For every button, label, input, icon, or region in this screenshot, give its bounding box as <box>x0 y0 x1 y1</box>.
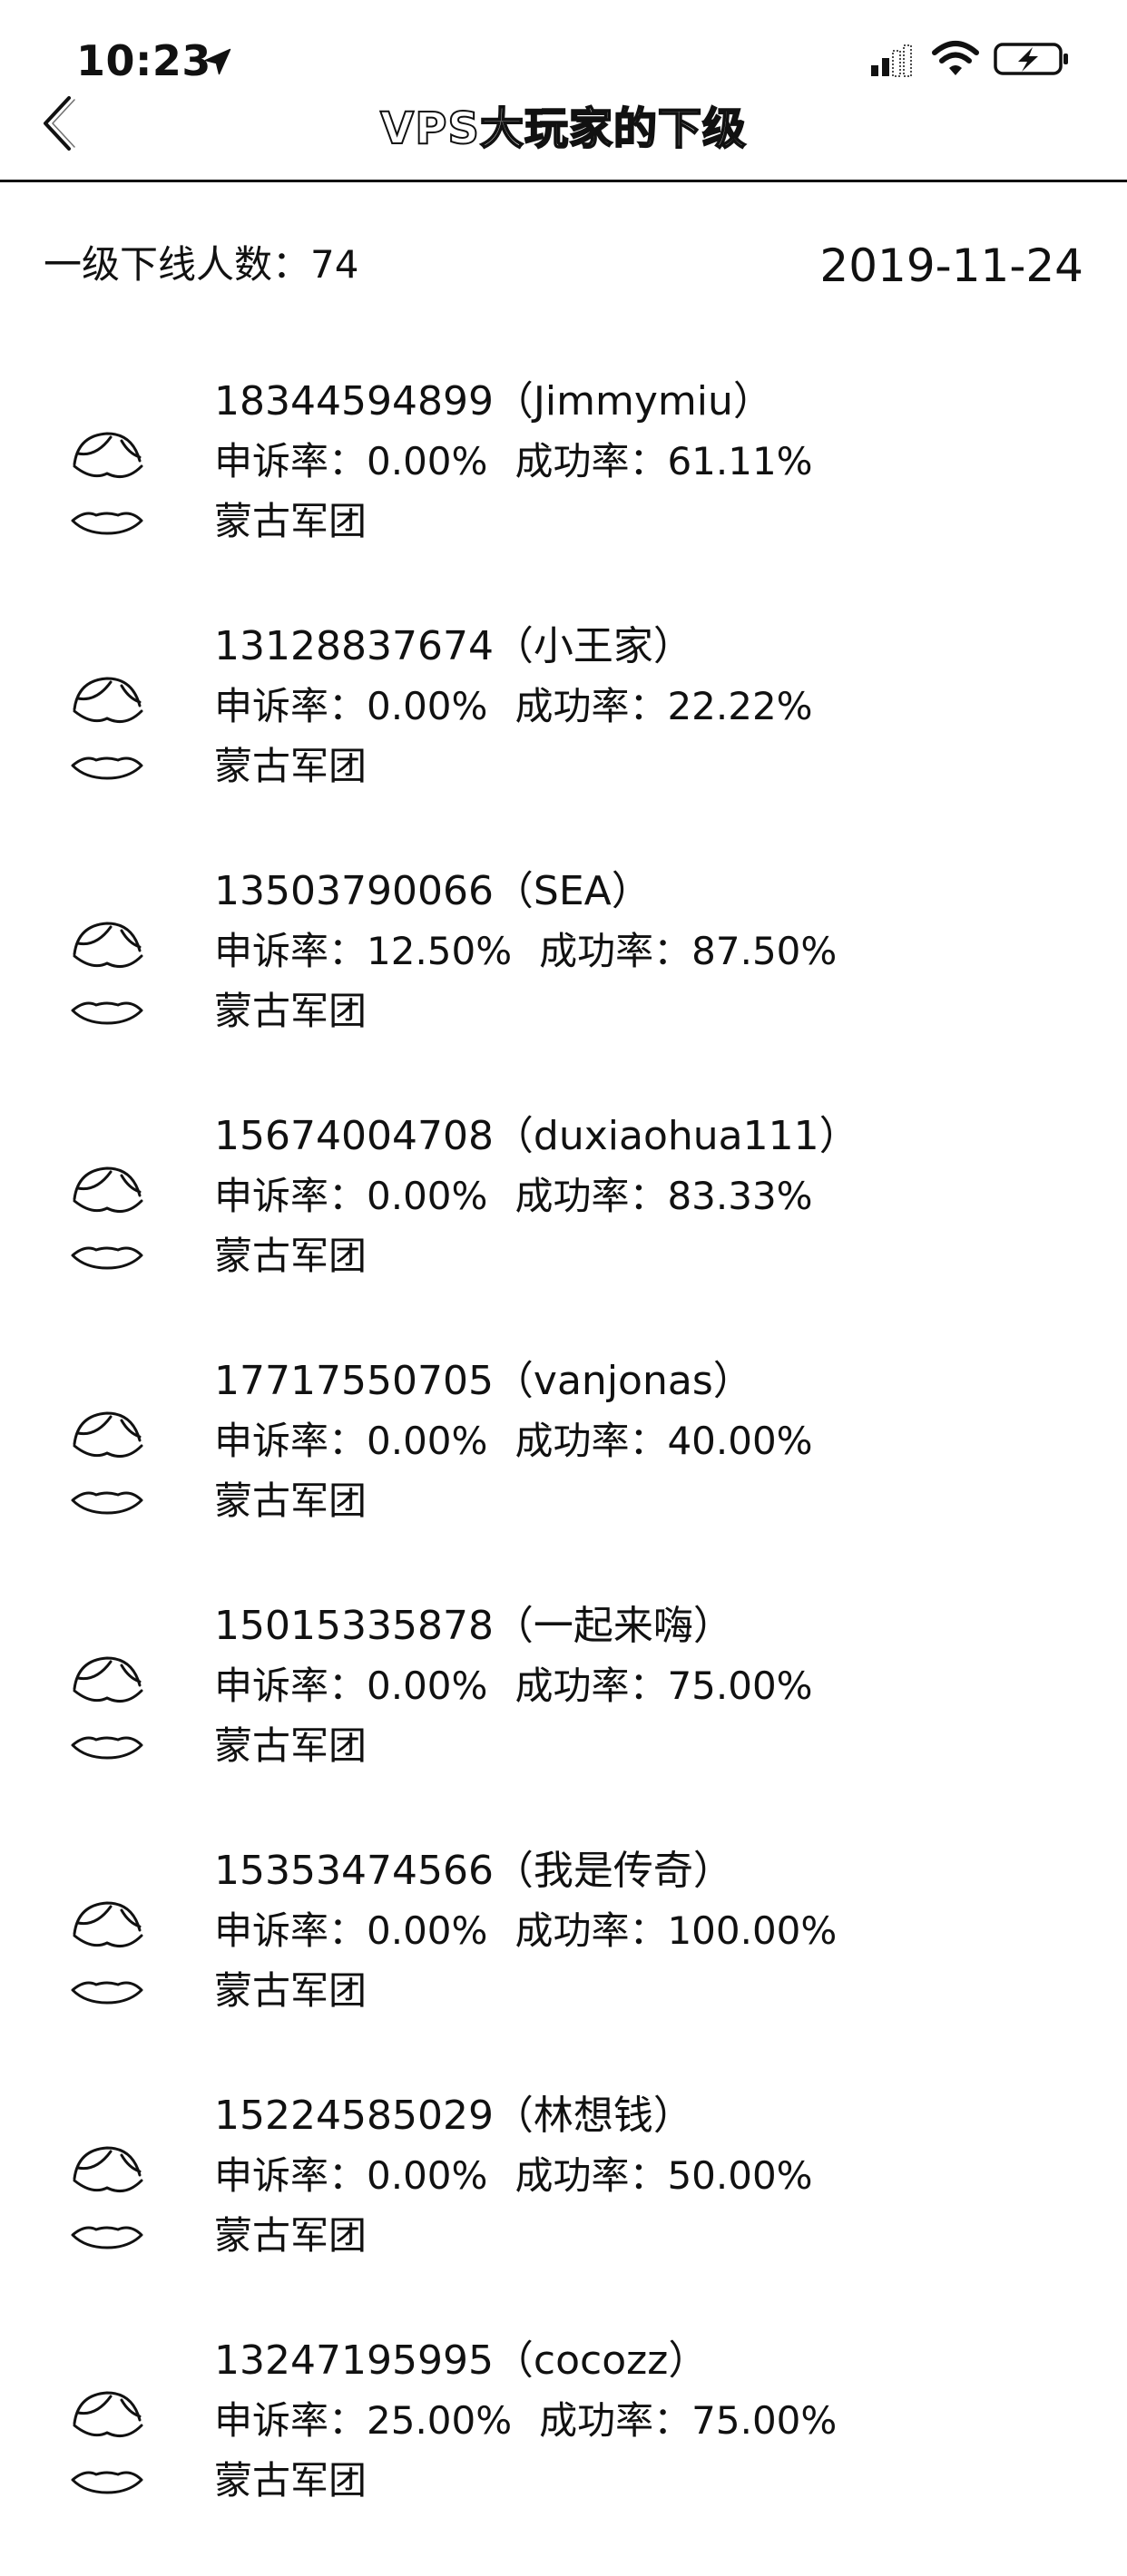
avatar-face-icon <box>71 2146 143 2249</box>
member-item[interactable]: 13503790066（SEA） 申诉率：12.50% 成功率：87.50% 蒙古… <box>0 862 1127 1107</box>
member-name: 15015335878（一起来嗨） <box>214 1603 733 1649</box>
member-info: 15015335878（一起来嗨） 申诉率：0.00% 成功率：75.00% 蒙古… <box>214 1596 1100 1776</box>
signal-icon <box>871 44 912 77</box>
member-info: 13503790066（SEA） 申诉率：12.50% 成功率：87.50% 蒙古… <box>214 862 1100 1041</box>
success-rate: 成功率：50.00% <box>514 2153 813 2198</box>
member-info: 17717550705（vanjonas） 申诉率：0.00% 成功率：40.00… <box>214 1351 1100 1531</box>
success-rate: 成功率：61.11% <box>514 439 813 483</box>
member-stats: 申诉率：0.00% 成功率：75.00% <box>214 1656 1100 1716</box>
member-stats: 申诉率：0.00% 成功率：61.11% <box>214 432 1100 492</box>
complaint-rate: 申诉率：0.00% <box>214 439 488 483</box>
member-team: 蒙古军团 <box>214 989 368 1033</box>
member-item[interactable]: 15224585029（林想钱） 申诉率：0.00% 成功率：50.00% 蒙古军… <box>0 2086 1127 2331</box>
summary-row: 一级下线人数：74 2019-11-24 <box>44 234 1083 307</box>
avatar <box>65 2386 149 2503</box>
member-team: 蒙古军团 <box>214 2213 368 2258</box>
battery-charging-icon <box>994 43 1068 75</box>
avatar-face-icon <box>71 677 143 780</box>
summary-date: 2019-11-24 <box>819 239 1083 292</box>
member-name: 13128837674（小王家） <box>214 623 693 669</box>
member-stats: 申诉率：0.00% 成功率：40.00% <box>214 1411 1100 1471</box>
complaint-rate: 申诉率：0.00% <box>214 2153 488 2198</box>
member-stats: 申诉率：0.00% 成功率：83.33% <box>214 1166 1100 1226</box>
member-name: 17717550705（vanjonas） <box>214 1358 753 1404</box>
wifi-icon <box>932 41 979 75</box>
member-team: 蒙古军团 <box>214 1968 368 2013</box>
member-item[interactable]: 15015335878（一起来嗨） 申诉率：0.00% 成功率：75.00% 蒙古… <box>0 1596 1127 1841</box>
member-name: 15674004708（duxiaohua111） <box>214 1113 859 1159</box>
avatar-face-icon <box>71 1166 143 1270</box>
avatar-face-icon <box>71 922 143 1025</box>
member-team: 蒙古军团 <box>214 1234 368 1278</box>
member-info: 18344594899（Jimmymiu） 申诉率：0.00% 成功率：61.11… <box>214 372 1100 551</box>
member-stats: 申诉率：0.00% 成功率：50.00% <box>214 2146 1100 2206</box>
member-item[interactable]: 17717550705（vanjonas） 申诉率：0.00% 成功率：40.00… <box>0 1351 1127 1596</box>
complaint-rate: 申诉率：0.00% <box>214 684 488 728</box>
navigation-bar: VPS大玩家的下级 <box>0 82 1127 182</box>
success-rate: 成功率：75.00% <box>539 2398 838 2443</box>
member-item[interactable]: 15353474566（我是传奇） 申诉率：0.00% 成功率：100.00% 蒙… <box>0 1841 1127 2086</box>
member-list: 18344594899（Jimmymiu） 申诉率：0.00% 成功率：61.11… <box>0 372 1127 2576</box>
avatar <box>65 1161 149 1279</box>
member-info: 13128837674（小王家） 申诉率：0.00% 成功率：22.22% 蒙古军… <box>214 617 1100 796</box>
complaint-rate: 申诉率：25.00% <box>214 2398 513 2443</box>
complaint-rate: 申诉率：12.50% <box>214 929 513 973</box>
member-item[interactable]: 18344594899（Jimmymiu） 申诉率：0.00% 成功率：61.11… <box>0 372 1127 617</box>
success-rate: 成功率：22.22% <box>514 684 813 728</box>
member-stats: 申诉率：25.00% 成功率：75.00% <box>214 2391 1100 2451</box>
complaint-rate: 申诉率：0.00% <box>214 1419 488 1463</box>
downline-count: 一级下线人数：74 <box>44 242 359 287</box>
member-team: 蒙古军团 <box>214 1478 368 1523</box>
complaint-rate: 申诉率：0.00% <box>214 1174 488 1218</box>
member-stats: 申诉率：12.50% 成功率：87.50% <box>214 922 1100 981</box>
success-rate: 成功率：75.00% <box>514 1664 813 1708</box>
member-name: 13503790066（SEA） <box>214 868 652 914</box>
member-team: 蒙古军团 <box>214 1723 368 1768</box>
member-item[interactable]: 13128837674（小王家） 申诉率：0.00% 成功率：22.22% 蒙古军… <box>0 617 1127 862</box>
avatar <box>65 2141 149 2259</box>
avatar <box>65 426 149 544</box>
complaint-rate: 申诉率：0.00% <box>214 1908 488 1953</box>
success-rate: 成功率：100.00% <box>514 1908 838 1953</box>
member-team: 蒙古军团 <box>214 2458 368 2503</box>
member-name: 13247195995（cocozz） <box>214 2337 709 2384</box>
member-stats: 申诉率：0.00% 成功率：22.22% <box>214 677 1100 737</box>
avatar-face-icon <box>71 2391 143 2494</box>
member-team: 蒙古军团 <box>214 499 368 543</box>
member-team: 蒙古军团 <box>214 744 368 788</box>
avatar-face-icon <box>71 432 143 535</box>
page-title: VPS大玩家的下级 <box>379 102 747 155</box>
member-info: 15353474566（我是传奇） 申诉率：0.00% 成功率：100.00% 蒙… <box>214 1841 1100 2021</box>
member-info: 15224585029（林想钱） 申诉率：0.00% 成功率：50.00% 蒙古军… <box>214 2086 1100 2266</box>
avatar <box>65 1651 149 1769</box>
member-item[interactable]: 15674004708（duxiaohua111） 申诉率：0.00% 成功率：8… <box>0 1107 1127 1351</box>
member-info: 15674004708（duxiaohua111） 申诉率：0.00% 成功率：8… <box>214 1107 1100 1286</box>
success-rate: 成功率：40.00% <box>514 1419 813 1463</box>
avatar-face-icon <box>71 1901 143 2005</box>
member-info: 13247195995（cocozz） 申诉率：25.00% 成功率：75.00%… <box>214 2331 1100 2511</box>
avatar <box>65 916 149 1034</box>
success-rate: 成功率：83.33% <box>514 1174 813 1218</box>
avatar-face-icon <box>71 1656 143 1760</box>
member-item[interactable]: 13247195995（cocozz） 申诉率：25.00% 成功率：75.00%… <box>0 2331 1127 2576</box>
status-time: 10:23 <box>76 36 211 85</box>
success-rate: 成功率：87.50% <box>539 929 838 973</box>
member-stats: 申诉率：0.00% 成功率：100.00% <box>214 1901 1100 1961</box>
avatar <box>65 1896 149 2014</box>
member-name: 15224585029（林想钱） <box>214 2093 693 2139</box>
avatar <box>65 671 149 789</box>
member-name: 15353474566（我是传奇） <box>214 1848 733 1894</box>
avatar <box>65 1406 149 1524</box>
location-arrow-icon <box>204 48 231 75</box>
member-name: 18344594899（Jimmymiu） <box>214 378 773 424</box>
avatar-face-icon <box>71 1411 143 1515</box>
complaint-rate: 申诉率：0.00% <box>214 1664 488 1708</box>
